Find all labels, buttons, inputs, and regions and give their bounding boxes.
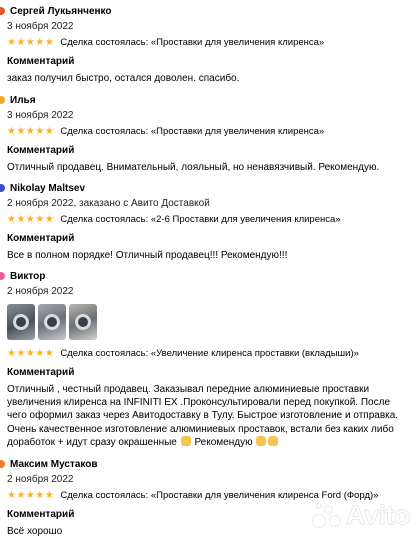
review-author[interactable]: Сергей Лукьянченко xyxy=(10,6,112,17)
review-card: Сергей Лукьянченко 3 ноября 2022 ★★★★★ С… xyxy=(0,3,420,85)
deal-info: Сделка состоялась: «Проставки для увелич… xyxy=(60,37,325,48)
comment-label: Комментарий xyxy=(7,367,75,378)
review-date: 2 ноября 2022 xyxy=(7,286,74,297)
review-photo[interactable] xyxy=(7,304,35,340)
review-card: Илья 3 ноября 2022 ★★★★★ Сделка состояла… xyxy=(0,92,420,174)
comment-text: заказ получил быстро, остался доволен. с… xyxy=(7,73,240,84)
review-author[interactable]: Илья xyxy=(10,95,36,106)
comment-text: Все в полном порядке! Отличный продавец!… xyxy=(7,250,288,261)
deal-info: Сделка состоялась: «Увеличение клиренса … xyxy=(60,348,359,359)
review-date: 2 ноября 2022, заказано с Авито Доставко… xyxy=(7,198,210,209)
avatar[interactable] xyxy=(0,460,5,468)
rating-stars: ★★★★★ xyxy=(7,37,55,48)
rating-stars: ★★★★★ xyxy=(7,214,55,225)
review-date: 3 ноября 2022 xyxy=(7,110,74,121)
deal-info: Сделка состоялась: «Проставки для увелич… xyxy=(60,126,325,137)
avatar[interactable] xyxy=(0,272,5,280)
spacer-image-icon xyxy=(13,314,29,330)
review-date: 3 ноября 2022 xyxy=(7,21,74,32)
comment-label: Комментарий xyxy=(7,145,75,156)
comment-label: Комментарий xyxy=(7,56,75,67)
rating-stars: ★★★★★ xyxy=(7,126,55,137)
comment-text: Отличный продавец. Внимательный, лояльны… xyxy=(7,162,380,173)
avatar[interactable] xyxy=(0,184,5,192)
avatar[interactable] xyxy=(0,96,5,104)
thumbs-up-icon xyxy=(256,435,267,446)
thumbs-up-icon xyxy=(268,435,279,446)
review-author[interactable]: Nikolay Maltsev xyxy=(10,183,85,194)
rating-stars: ★★★★★ xyxy=(7,490,55,501)
review-photo[interactable] xyxy=(69,304,97,340)
rating-stars: ★★★★★ xyxy=(7,348,55,359)
emoji-icon xyxy=(180,435,191,446)
review-card: Виктор 2 ноября 2022 ★★★★★ Сделка состоя… xyxy=(0,268,420,449)
review-card: Nikolay Maltsev 2 ноября 2022, заказано … xyxy=(0,180,420,262)
comment-label: Комментарий xyxy=(7,233,75,244)
spacer-image-icon xyxy=(44,314,60,330)
deal-info: Сделка состоялась: «2-6 Проставки для ув… xyxy=(60,214,341,225)
comment-end: Рекомендую xyxy=(194,436,253,448)
avatar[interactable] xyxy=(0,7,5,15)
review-date: 2 ноября 2022 xyxy=(7,474,74,485)
spacer-image-icon xyxy=(75,314,91,330)
review-photo[interactable] xyxy=(38,304,66,340)
comment-text: Отличный , честный продавец. Заказывал п… xyxy=(7,383,407,449)
review-author[interactable]: Максим Мустаков xyxy=(10,459,98,470)
review-author[interactable]: Виктор xyxy=(10,271,45,282)
avito-watermark: Avito xyxy=(312,500,411,531)
watermark-text: Avito xyxy=(346,500,411,531)
review-photos xyxy=(7,304,420,340)
avito-logo-icon xyxy=(312,502,342,529)
